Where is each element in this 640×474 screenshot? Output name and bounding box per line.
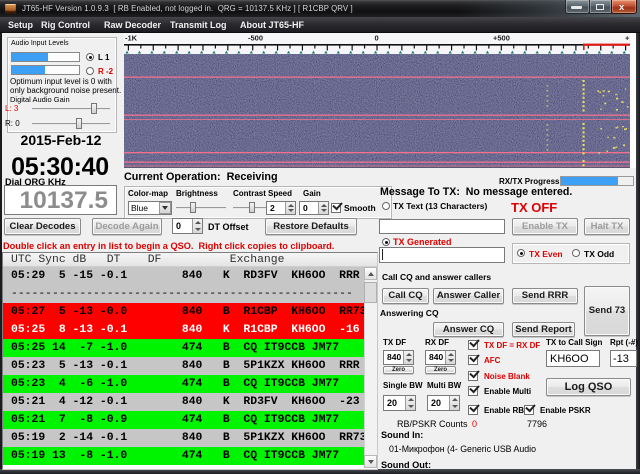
svg-text:0: 0 <box>375 34 379 43</box>
svg-text:-500: -500 <box>248 34 263 43</box>
svg-text:-1K: -1K <box>125 34 138 43</box>
svg-text:+500: +500 <box>493 34 510 43</box>
